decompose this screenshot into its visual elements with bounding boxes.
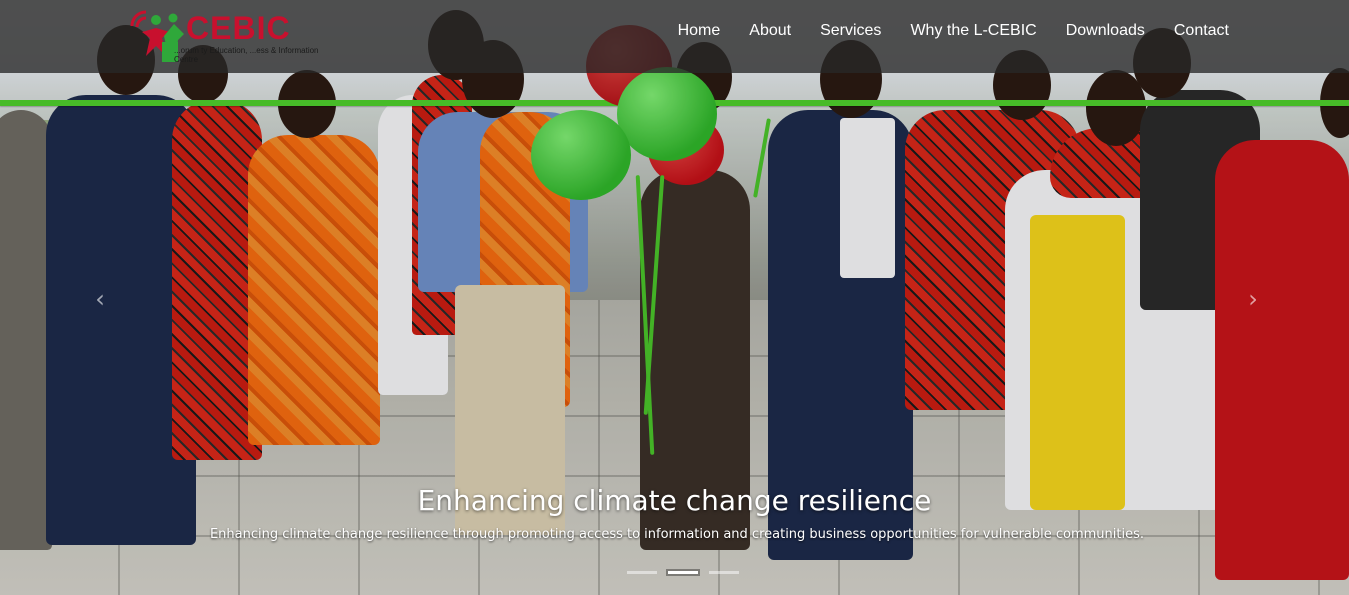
carousel-indicators (627, 571, 739, 574)
carousel-next-button[interactable]: › (1243, 287, 1263, 311)
carousel-prev-button[interactable]: ‹ (90, 287, 110, 311)
nav-about[interactable]: About (749, 22, 791, 40)
slide-description: Enhancing climate change resilience thro… (209, 527, 1145, 542)
nav-why-lcebic[interactable]: Why the L-CEBIC (910, 22, 1036, 40)
carousel-indicator-2[interactable] (668, 571, 698, 574)
carousel-indicator-1[interactable] (627, 571, 657, 574)
nav-services[interactable]: Services (820, 22, 881, 40)
slide-title: Enhancing climate change resilience (417, 484, 932, 517)
chevron-right-icon: › (1248, 285, 1258, 313)
logo-name: CEBIC (186, 10, 291, 46)
site-logo[interactable]: CEBIC ...orum ty Education, ...ess & Inf… (128, 4, 328, 68)
logo-tagline: ...orum ty Education, ...ess & Informati… (174, 46, 319, 64)
nav-contact[interactable]: Contact (1174, 22, 1229, 40)
top-navbar: CEBIC ...orum ty Education, ...ess & Inf… (0, 0, 1349, 73)
nav-downloads[interactable]: Downloads (1066, 22, 1145, 40)
main-nav: Home About Services Why the L-CEBIC Down… (678, 22, 1229, 40)
carousel-indicator-3[interactable] (709, 571, 739, 574)
chevron-left-icon: ‹ (95, 285, 105, 313)
nav-home[interactable]: Home (678, 22, 721, 40)
